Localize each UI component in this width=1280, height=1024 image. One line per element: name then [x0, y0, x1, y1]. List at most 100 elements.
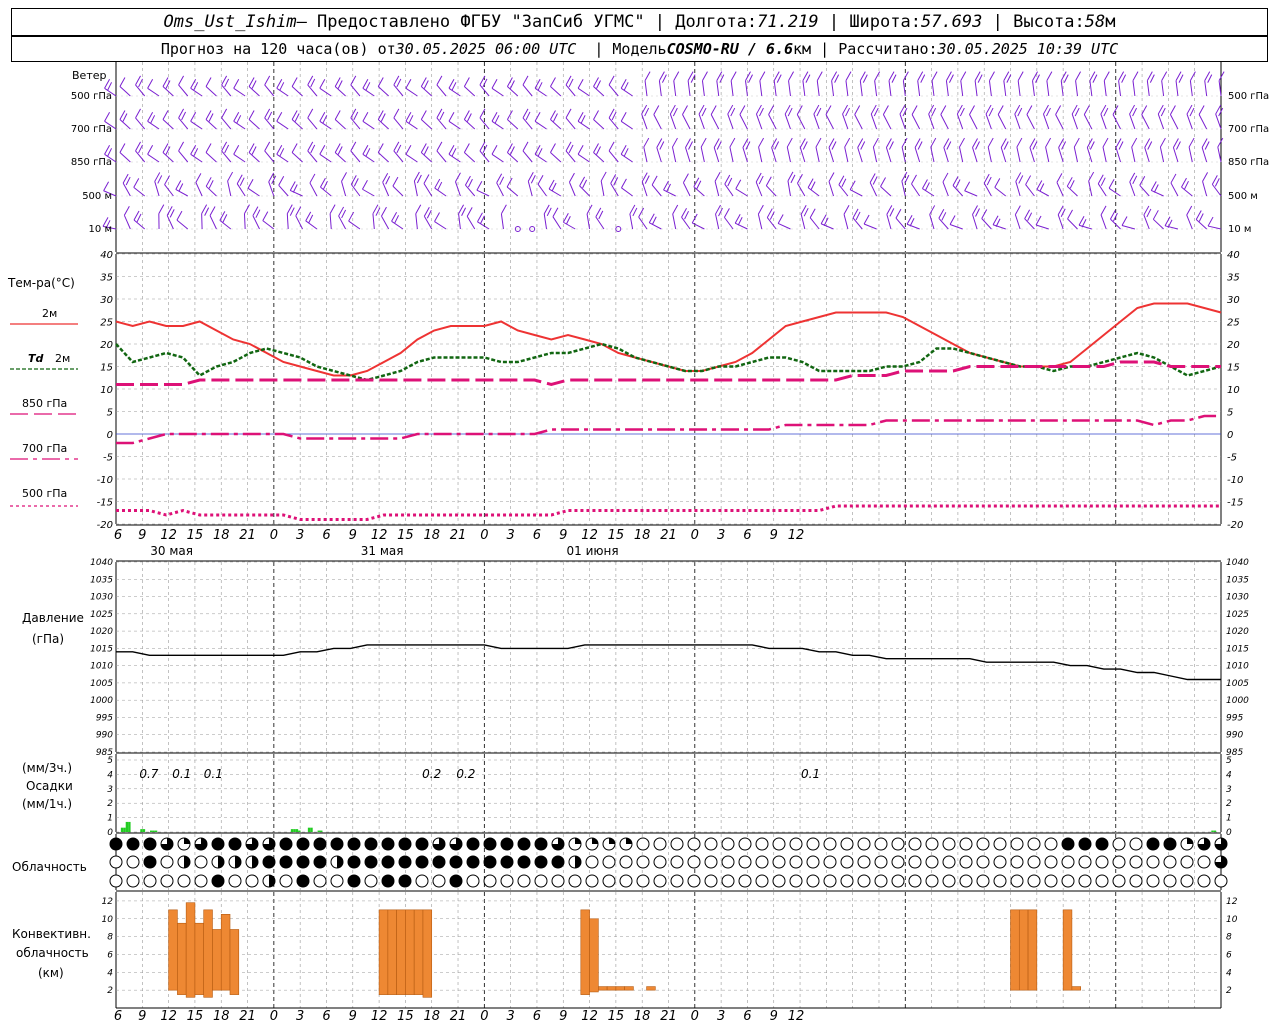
wind-barb-feather	[1074, 107, 1080, 117]
wind-barb	[755, 113, 763, 130]
wind-barb-feather	[577, 145, 584, 155]
precip-tick-label: 0	[1226, 828, 1232, 838]
wind-barb-feather	[392, 176, 399, 187]
wind-barb	[1198, 114, 1208, 130]
wind-barb	[577, 120, 590, 130]
wind-barb	[943, 147, 949, 163]
precip-value-label: 0.1	[172, 767, 191, 781]
wind-barb-feather	[158, 204, 165, 214]
pressure-tick-label: 1010	[90, 662, 113, 672]
hour-tick-label: 0	[270, 528, 278, 543]
wind-barb-feather	[509, 146, 515, 155]
wind-barb-feather	[854, 105, 861, 115]
wind-barb	[476, 189, 490, 197]
wind-barb	[874, 80, 878, 97]
wind-barb-feather	[901, 137, 908, 148]
wind-barb	[940, 114, 949, 130]
wind-barb	[713, 147, 720, 163]
precip-ylabel: (мм/1ч.)	[22, 797, 72, 811]
wind-barb	[205, 119, 217, 130]
cloud-fill	[535, 838, 547, 850]
temp-tick-label: 25	[100, 318, 113, 329]
cloud-symbol	[670, 874, 684, 888]
series-t700	[116, 414, 1221, 445]
wind-barb-feather	[423, 146, 429, 155]
wind-barb-feather	[551, 182, 557, 192]
wind-barb-feather	[1121, 74, 1127, 83]
cloud-symbol	[585, 874, 599, 888]
wind-barb	[945, 80, 949, 97]
wind-barb	[730, 80, 734, 97]
wind-barb-feather	[1032, 141, 1038, 150]
cloud-fill	[297, 856, 309, 868]
cloud-symbol	[1027, 874, 1041, 888]
cloud-symbol	[1095, 874, 1109, 888]
wind-barb-feather	[451, 148, 457, 157]
wind-barb-feather	[803, 207, 809, 217]
wind-barb-feather	[1103, 71, 1110, 81]
wind-barb-feather	[307, 108, 314, 119]
pressure-line	[116, 644, 1221, 681]
cloud-symbol	[976, 837, 990, 851]
cloud-fill	[218, 856, 224, 868]
conv-bar	[624, 986, 634, 991]
wind-barb	[729, 146, 734, 163]
cloud-fill	[252, 856, 258, 868]
wind-barb	[888, 80, 892, 97]
wind-barb-feather	[448, 112, 455, 122]
hour-tick-label: 3	[717, 528, 725, 543]
wind-barb	[739, 114, 748, 130]
wind-barb-feather	[264, 141, 271, 152]
cloud-fill	[467, 856, 479, 868]
wind-barb	[247, 187, 260, 197]
wind-barb	[448, 87, 461, 97]
wind-barb-feather	[565, 108, 572, 119]
precip-tick-label: 5	[1226, 756, 1232, 766]
wind-barb-feather	[834, 74, 840, 83]
cloud-symbol	[1078, 874, 1092, 888]
cloud-symbol	[687, 874, 701, 888]
wind-barb	[1058, 147, 1064, 163]
wind-barb	[849, 189, 863, 197]
cloud-fill	[348, 856, 360, 868]
wind-barb	[899, 113, 906, 130]
wind-barb	[985, 113, 992, 130]
cloud-symbol	[466, 874, 480, 888]
wind-barb-feather	[499, 176, 505, 186]
wind-barb	[577, 87, 590, 97]
wind-barb	[724, 183, 734, 197]
wind-barb-feather	[987, 137, 994, 148]
wind-barb	[610, 183, 619, 197]
wind-barb-feather	[530, 175, 536, 184]
hour-tick-label: 6	[114, 528, 122, 543]
cloud-fill	[399, 875, 411, 887]
wind-barb	[1170, 182, 1179, 197]
pressure-tick-label: 1010	[1226, 662, 1249, 672]
hour-tick-label: 6	[322, 1009, 330, 1024]
hour-tick-label: 12	[160, 1009, 177, 1024]
wind-barb-feather	[138, 144, 143, 154]
wind-barb	[436, 150, 447, 163]
conv-bar	[646, 986, 656, 991]
wind-barb-feather	[451, 82, 457, 91]
wind-barb	[755, 181, 763, 197]
wind-barb	[164, 184, 174, 197]
wind-barb-feather	[310, 144, 316, 154]
wind-barb	[305, 220, 318, 230]
wind-level-label: 500 гПа	[1228, 91, 1269, 102]
precip-bar	[140, 829, 143, 832]
day-label: 01 июня	[567, 544, 619, 558]
wind-barb-feather	[204, 207, 210, 216]
cloud-fill	[399, 838, 411, 850]
conv-bar	[580, 909, 590, 995]
wind-barb	[190, 153, 203, 163]
wind-barb-feather	[815, 137, 822, 148]
wind-barb	[1056, 182, 1064, 197]
cloud-fill	[314, 838, 326, 850]
wind-barb-feather	[439, 111, 445, 121]
wind-barb	[162, 119, 174, 130]
wind-barb-feather	[745, 141, 751, 150]
wind-barb	[1089, 80, 1093, 97]
wind-barb-feather	[659, 141, 665, 150]
wind-barb-feather	[205, 143, 212, 153]
